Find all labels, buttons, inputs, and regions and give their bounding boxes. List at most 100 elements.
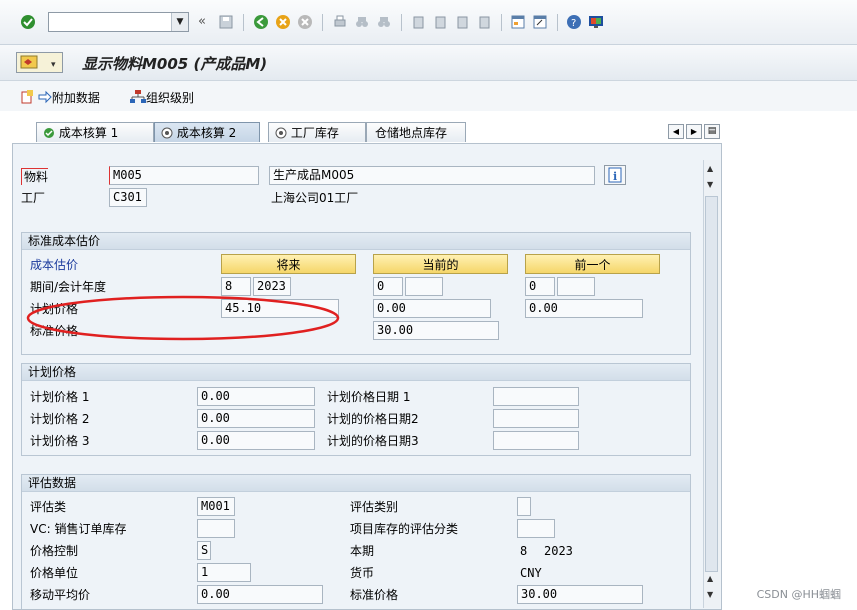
- tab-scroll-left-icon[interactable]: ◀: [668, 124, 684, 139]
- additional-data-button[interactable]: 附加数据: [20, 89, 100, 106]
- shortcut-icon[interactable]: [532, 14, 548, 30]
- material-field[interactable]: M005: [109, 166, 259, 185]
- help-icon[interactable]: ?: [566, 14, 582, 30]
- vc-sales-order-stock-field[interactable]: [197, 519, 235, 538]
- valuation-category-field[interactable]: [517, 497, 531, 516]
- watermark: CSDN @HH蝈蝈: [756, 588, 841, 601]
- org-levels-label: 组织级别: [146, 91, 195, 105]
- previous-planned-price-field[interactable]: 0.00: [525, 299, 643, 318]
- material-description-field[interactable]: 生产成品M005: [269, 166, 595, 185]
- annotation-ellipse: [26, 295, 340, 341]
- info-icon[interactable]: i: [604, 165, 626, 185]
- current-period-field[interactable]: 0: [373, 277, 403, 296]
- project-stock-valuation-label: 项目库存的评估分类: [350, 522, 459, 536]
- enter-icon[interactable]: [20, 14, 36, 30]
- exit-icon[interactable]: [275, 14, 291, 30]
- last-page-icon[interactable]: [476, 14, 492, 30]
- group-title: 评估数据: [22, 475, 690, 492]
- cost-estimate-link[interactable]: 成本估价: [30, 257, 78, 273]
- prev-page-icon[interactable]: [432, 14, 448, 30]
- tab-costing-1[interactable]: 成本核算 1: [36, 122, 154, 142]
- cancel-icon[interactable]: [297, 14, 313, 30]
- standard-price-label: 标准价格: [350, 588, 399, 602]
- previous-year-field[interactable]: [557, 277, 595, 296]
- planned-price-2-field[interactable]: 0.00: [197, 409, 315, 428]
- additional-data-label: 附加数据: [51, 91, 100, 105]
- current-period-value: 8: [520, 544, 528, 558]
- planned-date-2-label: 计划的价格日期2: [327, 412, 419, 426]
- currency-value: CNY: [520, 566, 542, 580]
- current-planned-price-field[interactable]: 0.00: [373, 299, 491, 318]
- previous-button[interactable]: 前一个: [525, 254, 660, 274]
- print-icon[interactable]: [332, 14, 348, 30]
- current-button[interactable]: 当前的: [373, 254, 508, 274]
- document-icon: [21, 90, 33, 104]
- org-levels-button[interactable]: 组织级别: [130, 89, 194, 106]
- find-icon[interactable]: [354, 14, 370, 30]
- scroll-up-bottom-icon[interactable]: ▲: [707, 574, 713, 583]
- moving-average-price-field[interactable]: 0.00: [197, 585, 323, 604]
- standard-price-field[interactable]: 30.00: [517, 585, 643, 604]
- current-year-field[interactable]: [405, 277, 443, 296]
- vertical-scrollbar[interactable]: ▲ ▼ ▲ ▼: [703, 160, 720, 608]
- plant-description: 上海公司01工厂: [271, 191, 359, 205]
- svg-text:i: i: [613, 170, 617, 183]
- svg-text:?: ?: [571, 18, 576, 29]
- current-period-year: 2023: [544, 544, 573, 558]
- planned-price-1-field[interactable]: 0.00: [197, 387, 315, 406]
- new-session-icon[interactable]: [510, 14, 526, 30]
- radio-dot-icon: [161, 127, 173, 139]
- valuation-category-label: 评估类别: [350, 500, 399, 514]
- scroll-up-icon[interactable]: ▲: [707, 164, 713, 173]
- price-unit-label: 价格单位: [30, 566, 79, 580]
- tab-scroll-right-icon[interactable]: ▶: [686, 124, 702, 139]
- currency-label: 货币: [350, 566, 375, 580]
- project-stock-valuation-field[interactable]: [517, 519, 555, 538]
- back-arrows-icon[interactable]: «: [198, 14, 214, 30]
- scroll-down-icon[interactable]: ▼: [707, 590, 713, 599]
- planned-date-2-field[interactable]: [493, 409, 579, 428]
- tab-list-icon[interactable]: ▤: [704, 124, 720, 139]
- command-field[interactable]: ▼: [48, 12, 189, 32]
- tab-label: 仓储地点库存: [375, 126, 448, 140]
- tab-storage-location-stock[interactable]: 仓储地点库存: [366, 122, 466, 142]
- price-control-field[interactable]: S: [197, 541, 211, 560]
- group-title: 标准成本估价: [22, 233, 690, 250]
- customize-layout-icon[interactable]: [588, 14, 604, 30]
- back-icon[interactable]: [253, 14, 269, 30]
- tab-costing-2[interactable]: 成本核算 2: [154, 122, 260, 142]
- planned-price-1-label: 计划价格 1: [30, 390, 90, 404]
- next-page-icon[interactable]: [454, 14, 470, 30]
- planned-price-3-label: 计划价格 3: [30, 434, 90, 448]
- plant-field[interactable]: C301: [109, 188, 147, 207]
- scroll-thumb[interactable]: [705, 196, 718, 572]
- scroll-down-small-icon[interactable]: ▼: [707, 180, 713, 189]
- previous-period-field[interactable]: 0: [525, 277, 555, 296]
- planned-prices-group: 计划价格 计划价格 1 0.00 计划价格 2 0.00 计划价格 3 0.00…: [21, 363, 691, 456]
- tab-plant-stock[interactable]: 工厂库存: [268, 122, 366, 142]
- valuation-class-label: 评估类: [30, 500, 67, 514]
- tab-label: 工厂库存: [290, 126, 339, 140]
- planned-date-1-field[interactable]: [493, 387, 579, 406]
- content-panel: 物料 M005 生产成品M005 i 工厂 C301 上海公司01工厂 标准成本…: [12, 143, 722, 610]
- material-label: 物料: [21, 168, 49, 185]
- future-button[interactable]: 将来: [221, 254, 356, 274]
- vc-sales-order-stock-label: VC: 销售订单库存: [30, 522, 127, 536]
- radio-dot-icon: [275, 127, 287, 139]
- planned-date-3-field[interactable]: [493, 431, 579, 450]
- price-unit-field[interactable]: 1: [197, 563, 251, 582]
- group-title: 计划价格: [22, 364, 690, 381]
- valuation-class-field[interactable]: M001: [197, 497, 235, 516]
- command-dropdown-icon[interactable]: ▼: [171, 13, 188, 31]
- moving-average-price-label: 移动平均价: [30, 588, 91, 602]
- price-control-label: 价格控制: [30, 544, 79, 558]
- current-standard-price-field[interactable]: 30.00: [373, 321, 499, 340]
- tab-strip: 成本核算 1 成本核算 2 工厂库存 仓储地点库存 ◀ ▶ ▤: [12, 118, 724, 144]
- plant-label: 工厂: [21, 191, 46, 205]
- find-next-icon[interactable]: [376, 14, 392, 30]
- valuation-data-group: 评估数据 评估类 M001 VC: 销售订单库存 价格控制 S 价格单位 1 移…: [21, 474, 691, 609]
- save-icon[interactable]: [218, 14, 234, 30]
- first-page-icon[interactable]: [410, 14, 426, 30]
- planned-price-3-field[interactable]: 0.00: [197, 431, 315, 450]
- menu-button[interactable]: ▾: [16, 52, 63, 73]
